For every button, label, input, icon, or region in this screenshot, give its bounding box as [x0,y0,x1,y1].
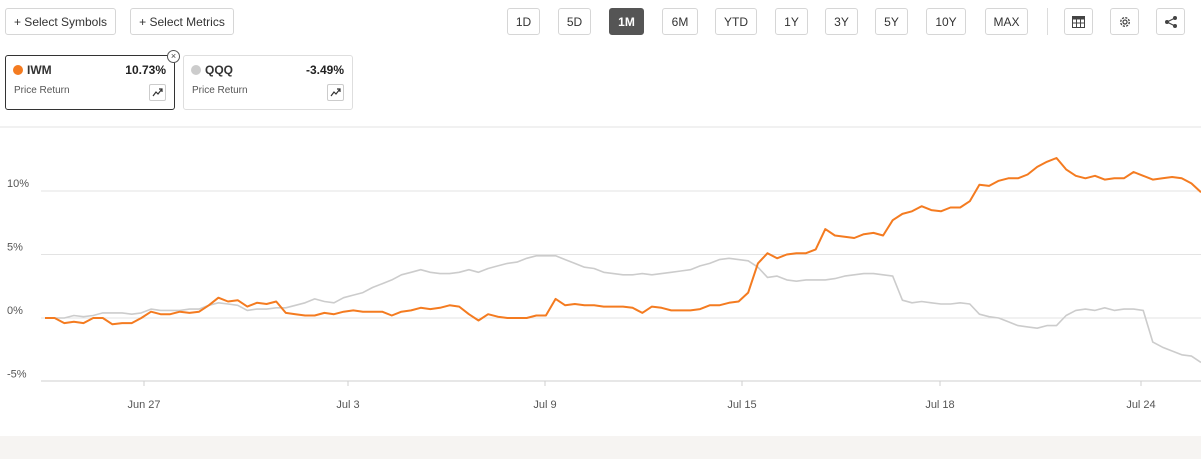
y-tick-label: 0% [7,305,23,317]
table-view-button[interactable] [1064,8,1093,35]
y-tick-label: 5% [7,242,23,254]
settings-button[interactable] [1110,8,1139,35]
x-tick-label: Jul 9 [533,399,556,410]
trend-chart-icon[interactable] [149,84,166,101]
range-5d-button[interactable]: 5D [558,8,591,35]
series-color-dot [13,65,23,75]
symbol-ticker: IWM [27,63,52,77]
x-tick-label: Jul 15 [727,399,756,410]
range-6m-button[interactable]: 6M [662,8,698,35]
x-tick-label: Jun 27 [127,399,160,410]
range-1d-button[interactable]: 1D [507,8,540,35]
x-tick-label: Jul 24 [1126,399,1155,410]
symbol-return: -3.49% [305,63,344,77]
table-icon [1072,15,1085,28]
toolbar-divider [1047,8,1048,35]
x-tick-label: Jul 3 [336,399,359,410]
footer-band [0,436,1201,459]
series-line-qqq [45,255,1201,364]
y-tick-label: 10% [7,178,29,190]
metric-label: Price Return [14,85,70,96]
symbol-card-qqq[interactable]: QQQ -3.49% Price Return [183,55,353,110]
metric-label: Price Return [192,85,248,96]
symbol-card-iwm[interactable]: IWM 10.73% Price Return × [5,50,180,110]
symbol-ticker: QQQ [205,63,234,77]
range-5y-button[interactable]: 5Y [875,8,908,35]
range-10y-button[interactable]: 10Y [926,8,966,35]
close-icon[interactable]: × [167,50,180,63]
symbol-return: 10.73% [125,63,166,77]
share-button[interactable] [1156,8,1185,35]
y-tick-label: -5% [7,369,27,381]
range-1y-button[interactable]: 1Y [775,8,808,35]
range-3y-button[interactable]: 3Y [825,8,858,35]
range-max-button[interactable]: MAX [985,8,1028,35]
select-symbols-button[interactable]: + Select Symbols [5,8,116,35]
range-ytd-button[interactable]: YTD [715,8,757,35]
series-color-dot [191,65,201,75]
performance-chart[interactable]: 10% 5% 0% -5% Jun 27 Jul 3 Jul 9 Jul 15 Jul 18 Ju… [0,120,1201,410]
x-tick-label: Jul 18 [925,399,954,410]
gear-icon [1118,15,1132,29]
share-icon [1164,15,1178,29]
trend-chart-icon[interactable] [327,84,344,101]
range-1m-button[interactable]: 1M [609,8,644,35]
series-line-iwm [45,157,1201,326]
select-metrics-button[interactable]: + Select Metrics [130,8,234,35]
